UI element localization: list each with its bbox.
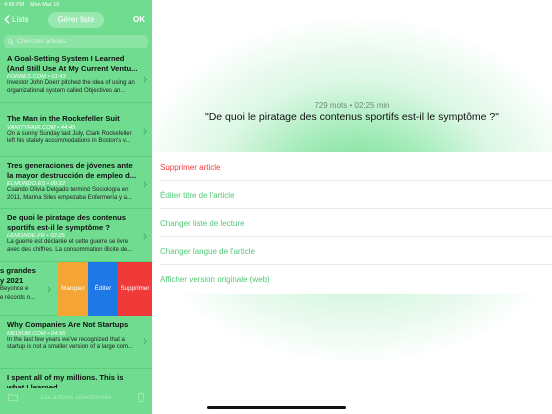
article-title: The Man in the Rockefeller Suit <box>7 114 120 123</box>
article-heading: "De quoi le piratage des contenus sporti… <box>204 111 499 123</box>
chevron-right-icon <box>143 181 147 188</box>
trash-icon[interactable] <box>137 392 145 402</box>
chevron-right-icon <box>143 76 147 83</box>
article-row[interactable]: Why Companies Are Not Startups MEDIUM.CO… <box>0 316 152 369</box>
article-row[interactable]: Tres generaciones de jóvenes ante la may… <box>0 157 152 209</box>
swiped-article-content: s grandes y 2021 Beyonce e e récords n..… <box>0 266 60 302</box>
chevron-right-icon <box>47 286 51 293</box>
article-row[interactable]: The Man in the Rockefeller Suit VANITYFA… <box>0 110 152 157</box>
search-icon <box>8 38 14 45</box>
delete-button[interactable]: Supprimer <box>118 262 152 316</box>
swiped-excerpt-line1: Beyonce e <box>0 286 29 292</box>
status-bar-left: 4:56 PM Mon Mar 15 <box>0 0 152 9</box>
ok-button[interactable]: OK <box>133 15 145 24</box>
search-input[interactable] <box>17 38 142 45</box>
article-excerpt: In the last few years we've recognized t… <box>7 336 134 351</box>
change-reading-list-action[interactable]: Changer liste de lecture <box>160 219 245 228</box>
swiped-excerpt-line2: e récords n... <box>0 294 36 301</box>
article-detail-pane: Retour Détails 729 mots • 02:25 min "De … <box>152 0 552 414</box>
lists-back-button[interactable]: Lists <box>4 15 28 24</box>
chevron-left-icon <box>4 15 10 24</box>
article-title: A Goal-Setting System I Learned (And Sti… <box>7 54 138 73</box>
divider <box>160 236 552 237</box>
swiped-title-line2: y 2021 <box>0 275 24 285</box>
edit-button[interactable]: Éditer <box>88 262 118 316</box>
battery-icon <box>533 2 546 8</box>
swiped-title-line1: s grandes <box>0 266 36 275</box>
chevron-right-icon <box>143 338 147 345</box>
divider <box>160 208 552 209</box>
chevron-right-icon <box>143 128 147 135</box>
show-original-action[interactable]: Afficher version originale (web) <box>160 275 270 284</box>
article-meta: 729 mots • 02:25 min <box>314 101 390 110</box>
wifi-icon <box>522 2 530 8</box>
article-title: De quoi le piratage des contenus sportif… <box>7 213 126 232</box>
article-list-pane: 4:56 PM Mon Mar 15 Lists Gérer liste OK … <box>0 0 152 414</box>
edit-title-action[interactable]: Éditer titre de l'article <box>160 191 234 200</box>
article-title: Why Companies Are Not Startups <box>7 320 129 329</box>
swiped-article-row[interactable]: s grandes y 2021 Beyonce e e récords n..… <box>0 262 152 316</box>
article-row[interactable]: De quoi le piratage des contenus sportif… <box>0 209 152 262</box>
delete-article-action[interactable]: Supprimer article <box>160 163 220 172</box>
status-time: 4:56 PM <box>4 2 25 8</box>
lists-back-label: Lists <box>12 15 29 24</box>
status-bar-right <box>522 2 546 8</box>
article-actions-list: Supprimer article Éditer titre de l'arti… <box>152 152 552 294</box>
mark-button[interactable]: Marquer <box>58 262 88 316</box>
article-excerpt: La guerre est déclarée et cette guerre s… <box>7 239 133 253</box>
detail-nav-bar: Retour Détails <box>152 10 552 32</box>
manage-list-button[interactable]: Gérer liste <box>48 12 104 28</box>
divider <box>160 264 552 265</box>
status-date: Mon Mar 15 <box>30 2 60 8</box>
divider <box>160 180 552 181</box>
share-icon[interactable] <box>532 13 542 25</box>
article-excerpt: Cuando Olivia Delgado terminó Sociología… <box>7 187 132 201</box>
article-excerpt: Investor John Doerr pitched the idea of … <box>7 80 135 94</box>
list-toolbar: Les articles sélectionnés <box>0 388 152 414</box>
article-row[interactable]: A Goal-Setting System I Learned (And Sti… <box>0 50 152 103</box>
detail-title: Détails <box>338 15 366 24</box>
list-nav-bar: Lists Gérer liste OK <box>0 10 152 32</box>
home-indicator <box>207 406 346 409</box>
change-language-action[interactable]: Changer langue de l'article <box>160 247 255 256</box>
search-bar[interactable] <box>4 35 148 48</box>
article-title: Tres generaciones de jóvenes ante la may… <box>7 161 137 180</box>
article-excerpt: On a sunny Sunday last July, Clark Rocke… <box>7 130 132 145</box>
chevron-right-icon <box>143 233 147 240</box>
selected-articles-label[interactable]: Les articles sélectionnés <box>0 394 152 401</box>
